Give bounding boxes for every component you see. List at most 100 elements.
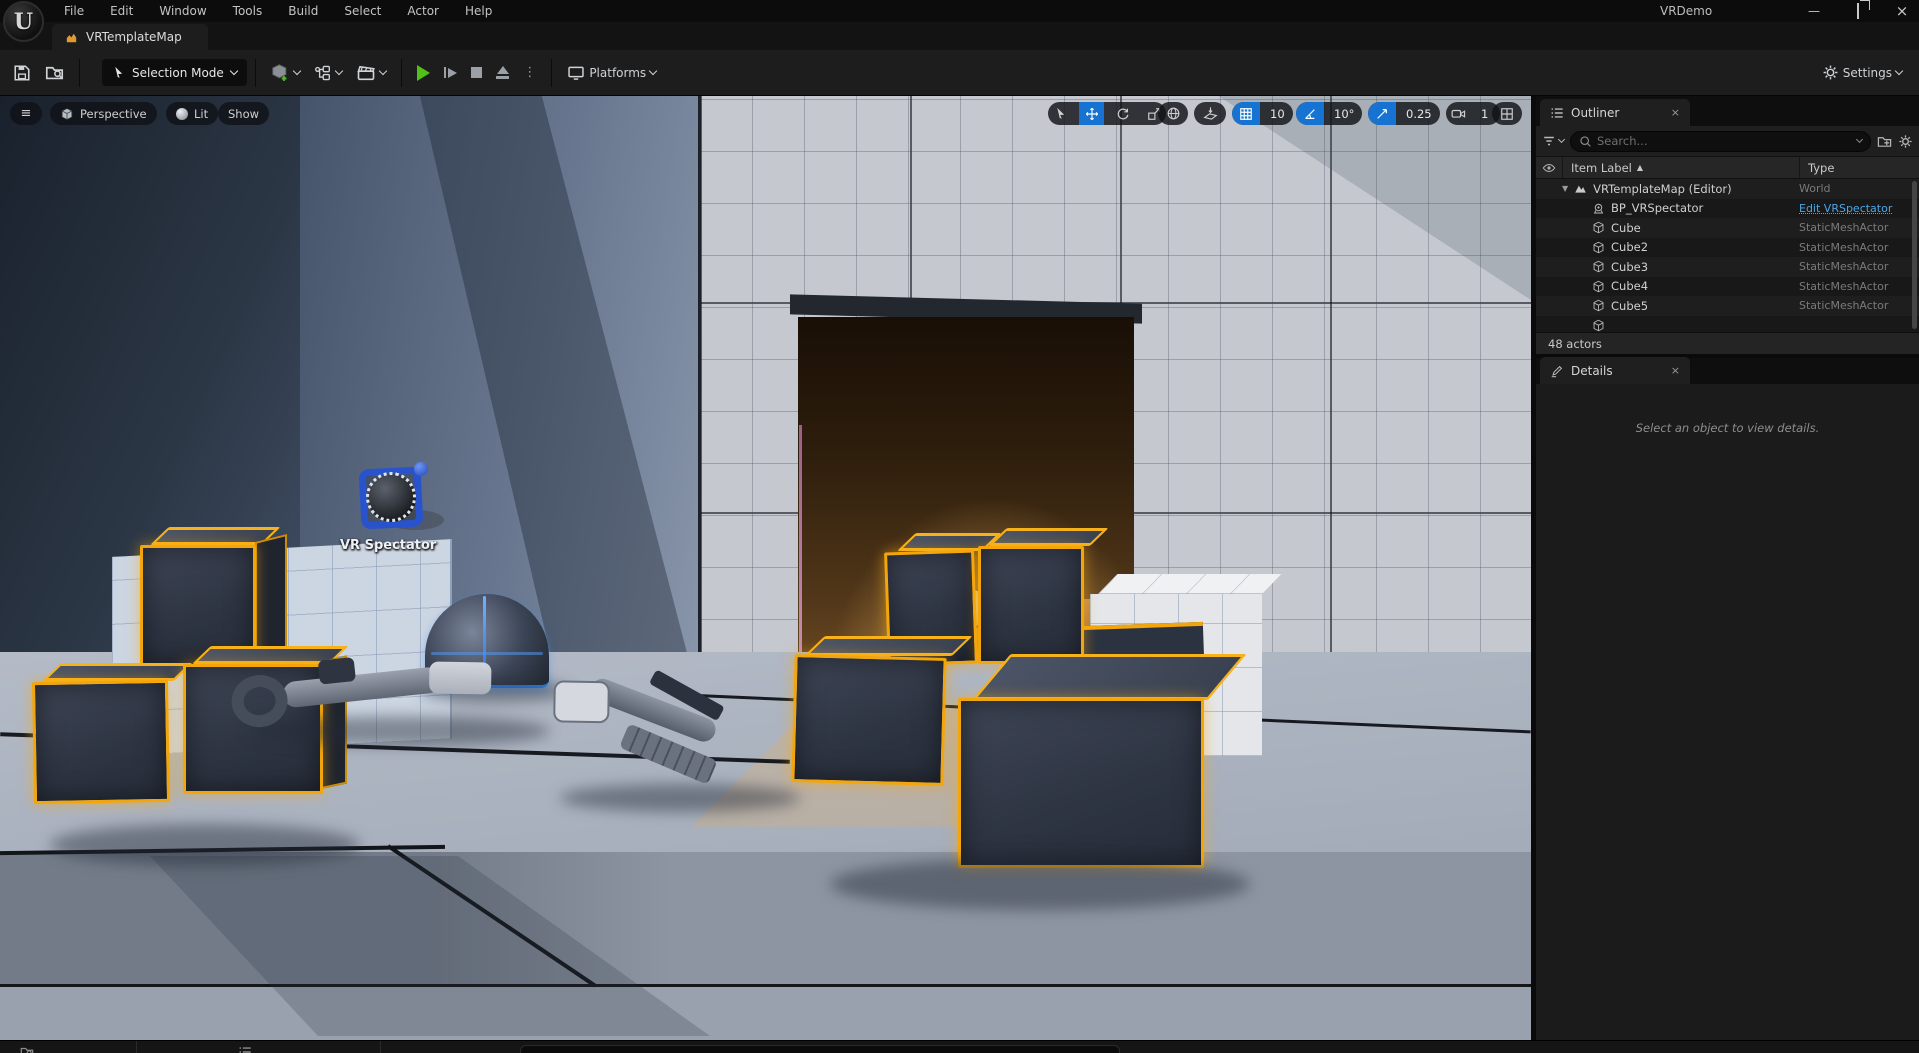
column-item-label[interactable]: Item Label▲ <box>1562 157 1799 178</box>
cube-actor[interactable] <box>791 654 946 786</box>
menu-tools[interactable]: Tools <box>221 1 275 21</box>
menu-file[interactable]: File <box>52 1 96 21</box>
outliner-row-bp-vrspectator[interactable]: BP_VRSpectator Edit VRSpectator <box>1536 199 1919 219</box>
rotation-snap-control[interactable]: 10° <box>1296 102 1362 125</box>
add-actor-button[interactable] <box>264 59 307 86</box>
spectator-camera-icon <box>1592 202 1605 215</box>
cube-actor[interactable] <box>32 680 170 804</box>
menu-edit[interactable]: Edit <box>98 1 145 21</box>
close-icon[interactable]: × <box>1671 364 1680 377</box>
outliner-row-cube5[interactable]: Cube5 StaticMeshActor <box>1536 296 1919 316</box>
outliner-row-world[interactable]: ▼ VRTemplateMap (Editor) World <box>1536 179 1919 199</box>
toolbar-divider <box>401 59 402 87</box>
play-button[interactable] <box>410 61 437 85</box>
cube-actor[interactable] <box>958 698 1204 868</box>
expander-icon[interactable]: ▼ <box>1562 184 1568 193</box>
blueprint-icon <box>314 64 332 82</box>
stop-button[interactable] <box>464 63 489 82</box>
static-mesh-icon <box>1592 280 1605 293</box>
chevron-down-icon <box>335 67 343 75</box>
browse-button[interactable] <box>38 59 71 86</box>
settings-dropdown[interactable]: Settings <box>1815 60 1909 85</box>
perspective-label: Perspective <box>80 107 147 121</box>
details-panel: Select an object to view details. <box>1536 384 1919 1040</box>
tab-vrtemplatemap[interactable]: VRTemplateMap <box>52 24 208 50</box>
eject-button[interactable] <box>489 62 516 83</box>
menu-build[interactable]: Build <box>276 1 330 21</box>
logo-letter: U <box>14 9 33 35</box>
tab-outliner[interactable]: Outliner × <box>1540 99 1690 126</box>
surface-snap-icon <box>1203 106 1218 121</box>
restore-button[interactable] <box>1849 4 1867 18</box>
filter-button[interactable] <box>1542 134 1564 148</box>
save-button[interactable] <box>6 60 38 86</box>
menu-actor[interactable]: Actor <box>395 1 451 21</box>
column-type[interactable]: Type <box>1799 157 1834 178</box>
move-tool[interactable] <box>1079 102 1104 125</box>
static-mesh-icon <box>1592 319 1605 332</box>
outliner-row-cube2[interactable]: Cube2 StaticMeshActor <box>1536 238 1919 258</box>
play-options-button[interactable]: ⋮ <box>516 61 543 84</box>
rotation-snap-value[interactable]: 10° <box>1330 107 1362 121</box>
globe-icon <box>1166 106 1181 121</box>
tab-details[interactable]: Details × <box>1540 357 1690 384</box>
platforms-icon <box>567 64 585 82</box>
cube-side-face <box>255 534 287 662</box>
chevron-down-icon[interactable] <box>1856 136 1863 143</box>
outliner-row-partial[interactable] <box>1536 316 1919 333</box>
platforms-dropdown[interactable]: Platforms <box>560 60 663 86</box>
cinematics-button[interactable] <box>349 59 393 87</box>
close-button[interactable]: × <box>1893 2 1911 20</box>
surface-snapping-button[interactable] <box>1194 102 1226 125</box>
perspective-dropdown[interactable]: Perspective <box>50 102 157 125</box>
blueprints-button[interactable] <box>307 60 349 86</box>
selection-mode-dropdown[interactable]: Selection Mode <box>102 59 247 86</box>
menu-select[interactable]: Select <box>332 1 393 21</box>
create-folder-button[interactable] <box>1877 134 1892 149</box>
menu-window[interactable]: Window <box>147 1 218 21</box>
level-viewport[interactable]: VR Spectator Z Y ≡ Perspective Lit Show <box>0 96 1531 1040</box>
search-input[interactable] <box>1597 134 1852 148</box>
outliner-search[interactable] <box>1570 131 1871 152</box>
table-front-bottom <box>0 984 1531 1040</box>
minimize-button[interactable]: — <box>1805 4 1823 18</box>
close-icon[interactable]: × <box>1671 106 1680 119</box>
maximize-viewport-button[interactable] <box>1492 102 1522 125</box>
grid-snap-value[interactable]: 10 <box>1266 107 1293 121</box>
edit-vrspectator-link[interactable]: Edit VRSpectator <box>1799 202 1903 215</box>
outliner-settings-button[interactable] <box>1898 134 1913 149</box>
menu-help[interactable]: Help <box>453 1 504 21</box>
cube-actor[interactable] <box>978 546 1084 664</box>
hamburger-icon: ≡ <box>21 106 32 121</box>
toolbar-divider <box>255 59 256 87</box>
lit-sphere-icon <box>176 108 188 120</box>
spectator-blue-ball <box>414 462 428 476</box>
grid-snap-icon[interactable] <box>1232 102 1260 125</box>
scale-snap-control[interactable]: 0.25 <box>1368 102 1440 125</box>
viewport-options-menu[interactable]: ≡ <box>10 102 42 125</box>
unreal-engine-logo[interactable]: U <box>3 1 44 42</box>
select-tool[interactable] <box>1048 102 1073 125</box>
save-icon <box>13 64 31 82</box>
outliner-row-cube4[interactable]: Cube4 StaticMeshActor <box>1536 277 1919 297</box>
grid-snap-control[interactable]: 10 <box>1232 102 1293 125</box>
rotate-tool[interactable] <box>1110 102 1135 125</box>
outliner-row-cube[interactable]: Cube StaticMeshActor <box>1536 218 1919 238</box>
frame-skip-icon <box>448 68 457 78</box>
scale-snap-icon[interactable] <box>1368 102 1396 125</box>
outliner-scrollbar[interactable] <box>1912 181 1917 329</box>
console-input[interactable] <box>520 1045 1120 1053</box>
browse-icon <box>45 63 64 82</box>
content-drawer-button[interactable] <box>20 1045 34 1053</box>
eye-icon[interactable] <box>1536 161 1562 175</box>
show-dropdown[interactable]: Show <box>218 102 269 125</box>
world-local-toggle[interactable] <box>1158 102 1188 125</box>
rotation-snap-icon[interactable] <box>1296 102 1324 125</box>
lit-dropdown[interactable]: Lit <box>166 102 218 125</box>
outliner-row-cube3[interactable]: Cube3 StaticMeshActor <box>1536 257 1919 277</box>
static-mesh-icon <box>1592 299 1605 312</box>
static-mesh-icon <box>1592 221 1605 234</box>
frame-skip-button[interactable] <box>437 63 465 82</box>
scale-snap-value[interactable]: 0.25 <box>1402 107 1440 121</box>
output-log-button[interactable] <box>238 1045 252 1053</box>
